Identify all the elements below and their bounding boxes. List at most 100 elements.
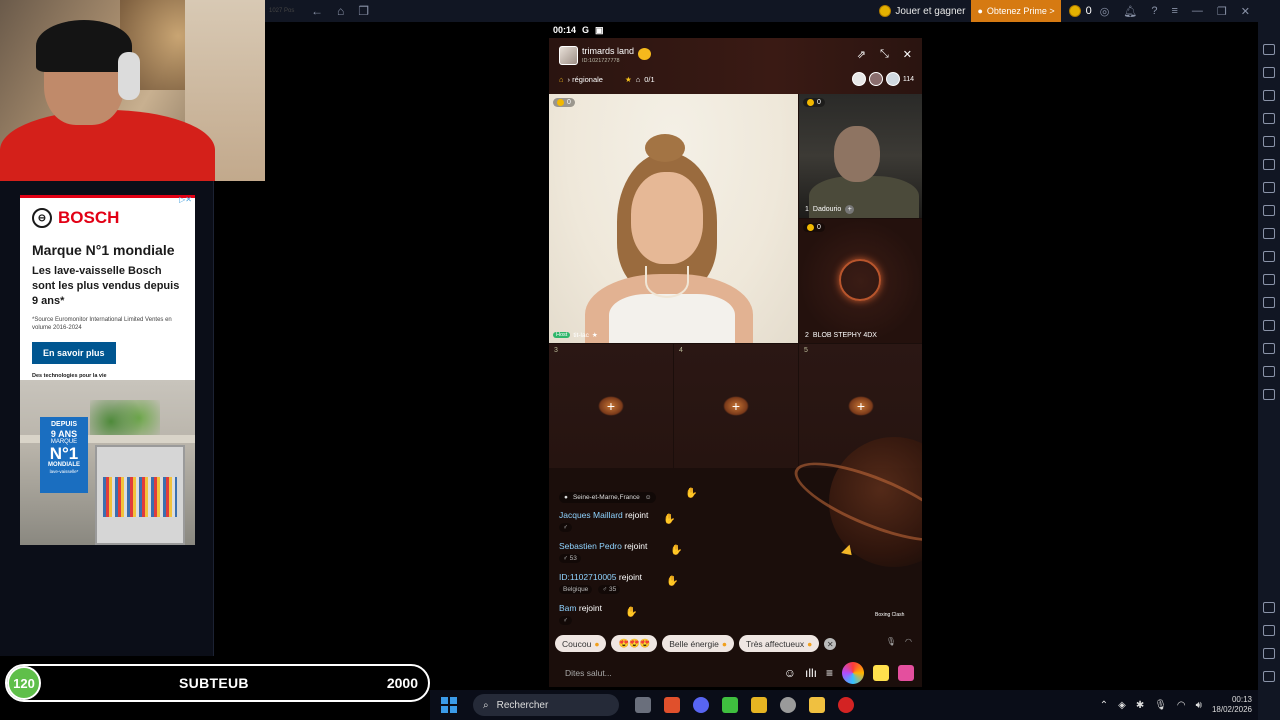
explorer-icon[interactable]	[809, 697, 825, 713]
more-icon[interactable]	[1263, 389, 1275, 400]
sync-icon[interactable]	[1263, 136, 1275, 147]
clock[interactable]: 00:13 18/02/2026	[1212, 695, 1252, 715]
prime-button[interactable]: ● Obtenez Prime >	[971, 0, 1061, 22]
guest-tile-2[interactable]: 0 2 BLOB STEPHY 4DX	[799, 219, 922, 343]
erase-icon[interactable]	[1263, 297, 1275, 308]
gift-bag-icon[interactable]	[873, 664, 889, 681]
add-seat-icon[interactable]: +	[723, 396, 749, 416]
status-time: 00:14	[553, 25, 577, 35]
bell-icon[interactable]: 🔔︎	[1123, 5, 1137, 18]
bluestacks-icon[interactable]	[751, 697, 767, 713]
tray-mic-icon[interactable]: 🎙︎	[1154, 700, 1167, 711]
keyboard-icon[interactable]	[1263, 67, 1275, 78]
guest1-num: 1	[805, 206, 809, 213]
guest-tile-1[interactable]: 0 1 Dadourio +	[799, 94, 922, 218]
host-badge: Host	[553, 332, 571, 338]
tray-wifi-icon[interactable]: ◠	[1177, 700, 1186, 711]
host-video[interactable]: 0 Host tit-lac ★	[549, 94, 798, 343]
chat-action: rejoint	[625, 510, 649, 520]
youtube-icon[interactable]	[838, 697, 854, 713]
record-icon[interactable]	[1263, 228, 1275, 239]
tray-app-icon[interactable]: ◈	[1118, 700, 1126, 711]
add-seat-icon[interactable]: +	[848, 396, 874, 416]
airplane-icon[interactable]	[1263, 274, 1275, 285]
rotate-icon[interactable]	[1263, 113, 1275, 124]
game-icon[interactable]	[842, 661, 864, 684]
room-seats[interactable]: ★ ⌂ 0/1	[625, 75, 655, 84]
settings-icon[interactable]	[1263, 602, 1275, 613]
back-icon[interactable]: ←	[311, 4, 323, 18]
gamepad-side-icon[interactable]	[1263, 159, 1275, 170]
close-quick-replies-icon[interactable]: ✕	[824, 638, 837, 650]
refresh-icon[interactable]	[1263, 366, 1275, 377]
gift-icon[interactable]	[898, 664, 914, 681]
share-icon[interactable]: ⇗	[857, 48, 866, 61]
obs-icon[interactable]	[780, 697, 796, 713]
room-name[interactable]: trimards land	[582, 46, 634, 56]
boxing-clash-button[interactable]: Boxing Clash	[875, 612, 904, 618]
location-icon[interactable]	[1263, 320, 1275, 331]
back-side-icon[interactable]	[1263, 625, 1275, 636]
discord-icon[interactable]	[693, 697, 709, 713]
volume-icon[interactable]	[1263, 44, 1275, 55]
start-icon[interactable]	[441, 697, 457, 713]
chat-user[interactable]: Jacques Maillard	[559, 510, 623, 520]
quick-reply[interactable]: Belle énergie ●	[662, 635, 734, 652]
close-window-icon[interactable]: ✕	[1241, 5, 1250, 18]
empty-seat-3[interactable]: 3 +	[549, 344, 673, 468]
account-icon[interactable]: ◎	[1100, 5, 1110, 18]
macro-icon[interactable]	[1263, 182, 1275, 193]
home-side-icon[interactable]	[1263, 648, 1275, 659]
wave-icon: ✋	[670, 545, 683, 556]
minimize-room-icon[interactable]: ⤡	[880, 48, 889, 61]
home-icon[interactable]: ⌂	[337, 4, 344, 18]
follow-icon[interactable]: +	[845, 205, 855, 214]
viewer-list[interactable]: 114	[851, 72, 914, 86]
host-coin-count: 0	[567, 99, 571, 106]
dishwasher	[95, 445, 185, 545]
add-seat-icon[interactable]: +	[598, 396, 624, 416]
layers-icon[interactable]	[1263, 343, 1275, 354]
guest1-name: Dadourio	[812, 206, 842, 213]
room-tag[interactable]: ⌂ › régionale	[559, 75, 603, 84]
green-app-icon[interactable]	[722, 697, 738, 713]
tray-chevron-icon[interactable]: ⌃	[1100, 700, 1108, 711]
menu-icon[interactable]: ≡	[1171, 5, 1177, 18]
mic-icon[interactable]: 🎙︎	[886, 637, 896, 646]
play-earn-button[interactable]: Jouer et gagner	[873, 5, 971, 17]
notification-icon: ▣	[595, 24, 604, 35]
tabs-icon[interactable]: ❐	[358, 4, 369, 18]
quick-reply[interactable]: Très affectueux ●	[738, 635, 820, 652]
menu-list-icon[interactable]: ≡	[826, 666, 833, 680]
taskbar-search[interactable]: ⌕ Rechercher	[473, 694, 619, 716]
chat-user[interactable]: ID:1102710005	[559, 572, 617, 582]
tray-bt-icon[interactable]: ✱	[1136, 700, 1144, 711]
close-room-icon[interactable]: ✕	[903, 48, 912, 61]
ad-tagline: Des technologies pour la vie	[32, 373, 107, 379]
adchoices-icon[interactable]: ▷✕	[179, 195, 192, 204]
tray-volume-icon[interactable]: 🔊︎	[1196, 700, 1202, 711]
chat-user[interactable]: Sebastien Pedro	[559, 541, 622, 551]
help-icon[interactable]: ?	[1151, 5, 1157, 18]
restore-icon[interactable]: ❐	[1217, 5, 1227, 18]
brave-icon[interactable]	[664, 697, 680, 713]
chat-user[interactable]: Bam	[559, 603, 576, 613]
task-view-icon[interactable]	[635, 697, 651, 713]
empty-seat-4[interactable]: 4 +	[674, 344, 798, 468]
folder-icon[interactable]	[1263, 251, 1275, 262]
ad-cta-button[interactable]: En savoir plus	[32, 342, 116, 364]
voice-icon[interactable]: ıllı	[805, 666, 817, 680]
bosch-ad[interactable]: ▷✕ ⊖ BOSCH Marque N°1 mondiale Les lave-…	[20, 195, 195, 545]
search-icon: ⌕	[483, 699, 489, 711]
guest1-coins: 0	[803, 98, 825, 107]
quick-reply[interactable]: Coucou ●	[555, 635, 607, 652]
recent-icon[interactable]	[1263, 671, 1275, 682]
chat-input[interactable]: Dites salut...	[565, 668, 784, 678]
apk-icon[interactable]	[1263, 90, 1275, 101]
room-avatar[interactable]	[559, 46, 578, 65]
coin-balance[interactable]: 0	[1061, 5, 1100, 17]
quick-reply[interactable]: 😍😍😍	[611, 635, 658, 652]
screenshot-icon[interactable]	[1263, 205, 1275, 216]
minimize-icon[interactable]: —	[1192, 5, 1203, 18]
emoji-picker-icon[interactable]: ☺	[784, 666, 796, 680]
